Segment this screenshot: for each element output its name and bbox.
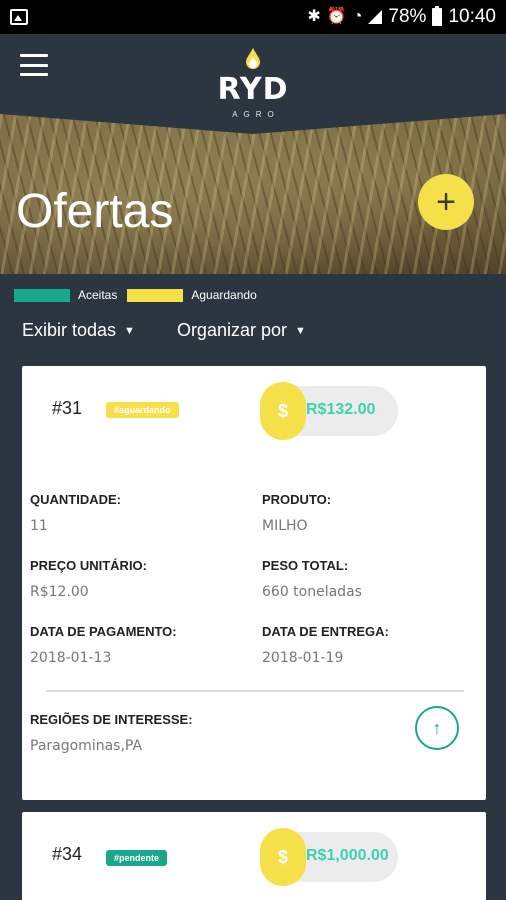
- caret-down-icon: ▼: [295, 324, 306, 337]
- field-value: 2018-01-13: [30, 650, 112, 666]
- divider: [46, 690, 464, 692]
- filter-bar: Exibir todas ▼ Organizar por ▼: [22, 320, 306, 341]
- field-unit-price: PREÇO UNITÁRIO: R$12.00: [30, 558, 147, 600]
- show-all-dropdown[interactable]: Exibir todas ▼: [22, 320, 135, 341]
- logo: RYD AGRO: [0, 48, 506, 119]
- field-value: R$12.00: [30, 584, 89, 600]
- logo-subtitle: AGRO: [232, 110, 280, 119]
- field-value: MILHO: [262, 518, 308, 534]
- field-payment-date: DATA DE PAGAMENTO: 2018-01-13: [30, 624, 177, 666]
- field-label: DATA DE ENTREGA:: [262, 624, 389, 639]
- offer-id: #34: [52, 844, 83, 864]
- field-value: 660 toneladas: [262, 584, 362, 600]
- add-offer-button[interactable]: +: [418, 174, 474, 230]
- sort-by-dropdown[interactable]: Organizar por ▼: [177, 320, 306, 341]
- status-badge: #pendente: [106, 850, 168, 866]
- dropdown-label: Exibir todas: [22, 320, 117, 340]
- dollar-icon: $: [260, 382, 306, 440]
- offer-card[interactable]: #31 #aguardando $ R$132.00 QUANTIDADE: 1…: [22, 366, 486, 800]
- page-title: Ofertas: [16, 185, 174, 238]
- status-badge: #aguardando: [106, 402, 179, 418]
- field-label: REGIÕES DE INTERESSE:: [30, 712, 193, 727]
- field-product: PRODUTO: MILHO: [262, 492, 331, 534]
- dollar-icon: $: [260, 828, 306, 886]
- field-label: PRODUTO:: [262, 492, 332, 507]
- legend-swatch-waiting: [127, 288, 184, 302]
- caret-down-icon: ▼: [124, 324, 135, 337]
- field-quantity: QUANTIDADE: 11: [30, 492, 121, 534]
- drop-logo-icon: [245, 48, 261, 70]
- app-header: RYD AGRO Ofertas +: [0, 34, 506, 274]
- battery-icon: [432, 6, 443, 26]
- offer-price: R$1,000.00: [306, 847, 389, 864]
- price-pill: $ R$132.00: [260, 382, 398, 440]
- alarm-icon: ⏰: [326, 8, 347, 25]
- arrow-up-icon: ↑: [432, 717, 442, 738]
- field-total-weight: PESO TOTAL: 660 toneladas: [262, 558, 362, 600]
- plus-icon: +: [436, 183, 456, 221]
- clock: 10:40: [448, 6, 496, 27]
- offer-id: #31: [52, 398, 83, 418]
- legend-item-waiting: Aguardando: [127, 288, 257, 302]
- bluetooth-icon: ✱: [307, 8, 321, 25]
- legend-label: Aceitas: [78, 288, 118, 302]
- wifi-icon: ◔: [352, 8, 363, 25]
- battery-percent: 78%: [388, 6, 427, 27]
- field-label: PREÇO UNITÁRIO:: [30, 558, 147, 573]
- field-regions: REGIÕES DE INTERESSE: Paragominas,PA: [30, 712, 193, 754]
- collapse-button[interactable]: ↑: [415, 706, 459, 750]
- logo-text: RYD: [217, 72, 289, 107]
- field-value: 2018-01-19: [262, 650, 344, 666]
- field-value: Paragominas,PA: [30, 738, 143, 754]
- offer-card[interactable]: #34 #pendente $ R$1,000.00: [22, 812, 486, 900]
- field-label: QUANTIDADE:: [30, 492, 121, 507]
- legend-label: Aguardando: [191, 288, 257, 302]
- dropdown-label: Organizar por: [176, 320, 287, 340]
- field-label: DATA DE PAGAMENTO:: [30, 624, 177, 639]
- status-bar: ✱ ⏰ ◔ 78% 10:40: [0, 0, 506, 34]
- gallery-icon: [10, 9, 28, 25]
- field-delivery-date: DATA DE ENTREGA: 2018-01-19: [262, 624, 389, 666]
- offer-price: R$132.00: [306, 401, 376, 418]
- legend-swatch-accepted: [14, 288, 70, 302]
- field-value: 11: [30, 518, 48, 534]
- status-legend: Aceitas Aguardando: [14, 288, 267, 302]
- field-label: PESO TOTAL:: [262, 558, 349, 573]
- signal-icon: [368, 10, 383, 24]
- price-pill: $ R$1,000.00: [260, 828, 398, 886]
- legend-item-accepted: Aceitas: [14, 288, 117, 302]
